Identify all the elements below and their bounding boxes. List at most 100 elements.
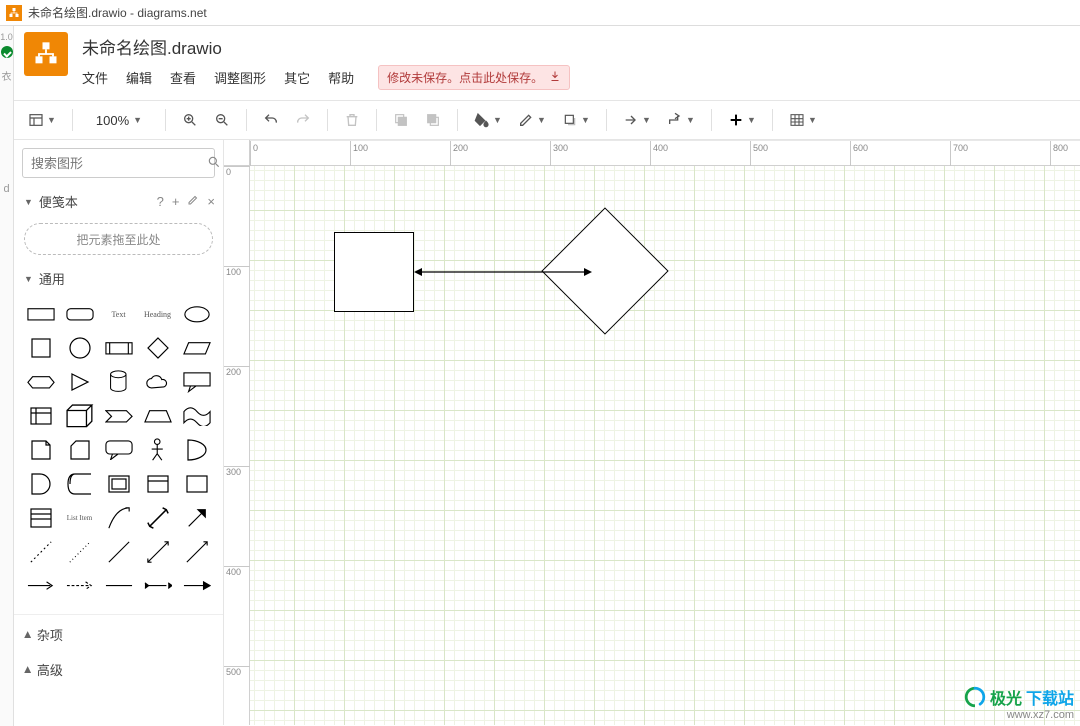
unsaved-notice[interactable]: 修改未保存。点击此处保存。 xyxy=(378,65,570,90)
pencil-icon[interactable] xyxy=(187,194,199,209)
shape-hexagon[interactable] xyxy=(24,368,57,396)
line-color-button[interactable]: ▼ xyxy=(512,106,552,134)
search-icon xyxy=(207,155,221,172)
delete-button[interactable] xyxy=(338,106,366,134)
menu-other[interactable]: 其它 xyxy=(284,68,310,87)
shape-arrow-thin[interactable] xyxy=(180,538,213,566)
shape-callout[interactable] xyxy=(180,368,213,396)
shape-square[interactable] xyxy=(24,334,57,362)
shape-connector3[interactable] xyxy=(102,572,135,600)
misc-title: 杂项 xyxy=(37,625,63,644)
app-icon xyxy=(6,5,22,21)
zoom-out-button[interactable] xyxy=(208,106,236,134)
shape-heading[interactable]: Heading xyxy=(141,300,174,328)
scratchpad-help[interactable]: ? xyxy=(157,194,164,209)
insert-button[interactable]: ▼ xyxy=(722,106,762,134)
shape-bidir-arrow[interactable] xyxy=(141,504,174,532)
shape-rect-double[interactable] xyxy=(102,470,135,498)
window-title: 未命名绘图.drawio - diagrams.net xyxy=(28,4,207,21)
shape-step[interactable] xyxy=(102,402,135,430)
shape-list-item[interactable]: List Item xyxy=(63,504,96,532)
canvas-area[interactable]: 0 100 200 300 400 500 600 700 800 9 0 10… xyxy=(224,140,1080,725)
shape-actor[interactable] xyxy=(141,436,174,464)
redo-button[interactable] xyxy=(289,106,317,134)
shape-connector1[interactable] xyxy=(24,572,57,600)
shape-internal-storage[interactable] xyxy=(24,402,57,430)
shape-titled-rect[interactable] xyxy=(141,470,174,498)
canvas-connector[interactable] xyxy=(414,271,592,273)
shape-card[interactable] xyxy=(63,436,96,464)
shape-dotted[interactable] xyxy=(63,538,96,566)
scratchpad-add[interactable]: + xyxy=(172,194,180,209)
advanced-title: 高级 xyxy=(37,660,63,679)
connection-button[interactable]: ▼ xyxy=(617,106,657,134)
advanced-panel-head[interactable]: ▶ 高级 xyxy=(14,650,223,685)
canvas-rectangle-node[interactable] xyxy=(334,232,414,312)
shape-or[interactable] xyxy=(180,436,213,464)
expand-icon: ▶ xyxy=(22,631,33,638)
shape-triangle[interactable] xyxy=(63,368,96,396)
sidebar: ▼ 便笺本 ? + × 把元素拖至此处 ▼ 通用 Text He xyxy=(14,140,224,725)
shape-list[interactable] xyxy=(24,504,57,532)
watermark-icon xyxy=(964,686,986,708)
shape-ellipse[interactable] xyxy=(180,300,213,328)
menu-view[interactable]: 查看 xyxy=(170,68,196,87)
shape-cloud[interactable] xyxy=(141,368,174,396)
shape-parallelogram[interactable] xyxy=(180,334,213,362)
app-logo[interactable] xyxy=(24,32,68,76)
scratchpad-title: 便笺本 xyxy=(39,192,78,211)
shape-line[interactable] xyxy=(102,538,135,566)
search-input[interactable] xyxy=(31,156,207,171)
shape-and[interactable] xyxy=(24,470,57,498)
shape-diamond[interactable] xyxy=(141,334,174,362)
separator xyxy=(246,109,247,131)
shape-rect-wide[interactable] xyxy=(24,300,57,328)
shape-connector5[interactable] xyxy=(180,572,213,600)
shape-datastore[interactable] xyxy=(63,470,96,498)
general-title: 通用 xyxy=(39,269,65,288)
canvas[interactable] xyxy=(250,166,1080,725)
shape-bi-arrow-thin[interactable] xyxy=(141,538,174,566)
shape-rounded-rect[interactable] xyxy=(63,300,96,328)
shape-circle[interactable] xyxy=(63,334,96,362)
menu-help[interactable]: 帮助 xyxy=(328,68,354,87)
shape-note[interactable] xyxy=(24,436,57,464)
to-front-button[interactable] xyxy=(387,106,415,134)
misc-panel-head[interactable]: ▶ 杂项 xyxy=(14,614,223,650)
shape-connector4[interactable] xyxy=(141,572,174,600)
menu-edit[interactable]: 编辑 xyxy=(126,68,152,87)
scratchpad-close[interactable]: × xyxy=(207,194,215,209)
shape-cube[interactable] xyxy=(63,402,96,430)
shape-dashed[interactable] xyxy=(24,538,57,566)
shape-curve[interactable] xyxy=(102,504,135,532)
shape-arrow-thick[interactable] xyxy=(180,504,213,532)
scratchpad-dropzone[interactable]: 把元素拖至此处 xyxy=(24,223,213,255)
general-panel-head[interactable]: ▼ 通用 xyxy=(14,263,223,294)
shape-connector2[interactable] xyxy=(63,572,96,600)
download-icon xyxy=(549,70,561,85)
view-mode-button[interactable]: ▼ xyxy=(22,106,62,134)
zoom-select[interactable]: 100%▼ xyxy=(83,113,155,128)
shape-text[interactable]: Text xyxy=(102,300,135,328)
shape-cylinder[interactable] xyxy=(102,368,135,396)
shape-tape[interactable] xyxy=(180,402,213,430)
shadow-button[interactable]: ▼ xyxy=(556,106,596,134)
table-button[interactable]: ▼ xyxy=(783,106,823,134)
shape-trapezoid[interactable] xyxy=(141,402,174,430)
menu-adjust[interactable]: 调整图形 xyxy=(214,68,266,87)
to-back-button[interactable] xyxy=(419,106,447,134)
menu-file[interactable]: 文件 xyxy=(82,68,108,87)
ruler-horizontal: 0 100 200 300 400 500 600 700 800 9 xyxy=(250,140,1080,166)
undo-button[interactable] xyxy=(257,106,285,134)
zoom-in-button[interactable] xyxy=(176,106,204,134)
waypoint-button[interactable]: ▼ xyxy=(661,106,701,134)
shape-callout2[interactable] xyxy=(102,436,135,464)
shape-rect3[interactable] xyxy=(180,470,213,498)
document-title[interactable]: 未命名绘图.drawio xyxy=(82,34,1070,59)
scratchpad-panel-head[interactable]: ▼ 便笺本 ? + × xyxy=(14,186,223,217)
fill-color-button[interactable]: ▼ xyxy=(468,106,508,134)
separator xyxy=(711,109,712,131)
separator xyxy=(72,109,73,131)
shape-process[interactable] xyxy=(102,334,135,362)
search-input-wrap[interactable] xyxy=(22,148,215,178)
